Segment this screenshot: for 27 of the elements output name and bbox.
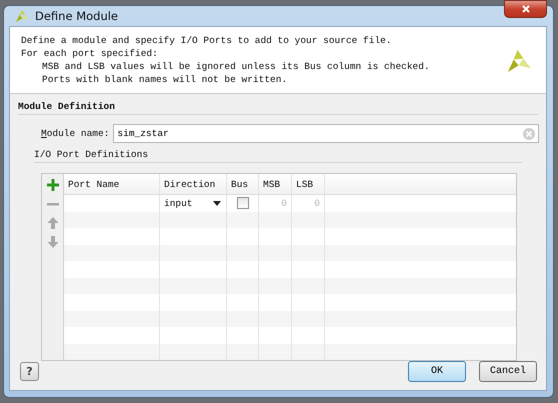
dropdown-arrow-icon	[213, 200, 221, 206]
description-line: For each port specified:	[21, 48, 159, 59]
section-heading: Module Definition	[18, 101, 115, 112]
arrow-up-icon	[46, 216, 58, 228]
help-button[interactable]: ?	[20, 362, 39, 381]
column-header[interactable]: MSB	[259, 174, 292, 194]
field-label: Module name:	[41, 128, 110, 139]
clear-icon[interactable]	[523, 128, 535, 140]
description-line: MSB and LSB values will be ignored unless its Bus column is checked.	[41, 61, 431, 72]
description-line: Define a module and specify I/O Ports to add to your source file.	[21, 35, 393, 46]
section-heading: I/O Port Definitions	[34, 149, 148, 160]
close-button[interactable]	[504, 0, 547, 18]
close-icon	[520, 4, 530, 14]
plus-icon	[46, 178, 58, 190]
description-line: Ports with blank names will not be written.	[41, 74, 288, 85]
window-title: Define Module	[35, 9, 118, 23]
arrow-down-icon	[46, 236, 58, 248]
bus-checkbox[interactable]	[236, 197, 248, 210]
module-name-field[interactable]: sim_zstar	[113, 124, 539, 143]
logo-icon	[14, 8, 29, 24]
column-header[interactable]: Bus	[227, 174, 259, 194]
column-header[interactable]: LSB	[292, 174, 325, 194]
ok-button[interactable]: OK	[408, 361, 466, 382]
add-button[interactable]	[46, 178, 59, 191]
cancel-button[interactable]: Cancel	[479, 361, 537, 382]
column-header[interactable]: Port Name	[64, 174, 160, 194]
column-header[interactable]: Direction	[160, 174, 227, 194]
